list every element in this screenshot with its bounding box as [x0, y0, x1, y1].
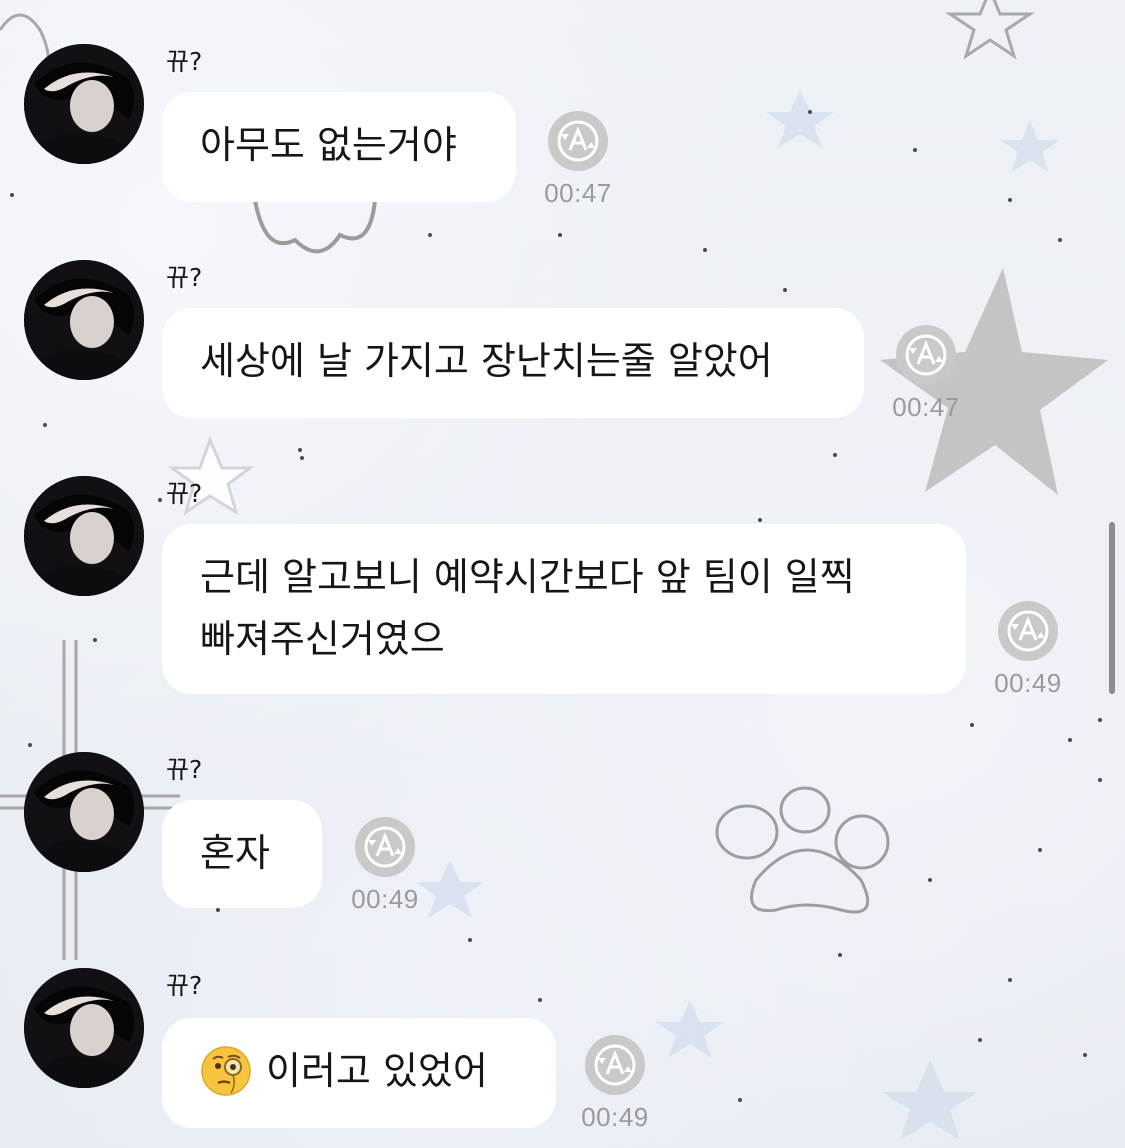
- message-time: 00:49: [581, 1102, 649, 1132]
- message-meta: 00:47: [533, 108, 623, 209]
- avatar[interactable]: [24, 476, 144, 596]
- profile-photo: [24, 476, 144, 596]
- avatar[interactable]: [24, 44, 144, 164]
- translate-icon[interactable]: [995, 598, 1061, 664]
- profile-photo: [24, 260, 144, 380]
- sender-name: 뀨?: [166, 479, 203, 508]
- message-bubble[interactable]: 이러고 있었어: [162, 1018, 556, 1128]
- message-text: 이러고 있었어: [266, 1049, 488, 1093]
- message-meta: 00:47: [881, 322, 971, 423]
- avatar[interactable]: [24, 968, 144, 1088]
- profile-photo: [24, 968, 144, 1088]
- sender-name: 뀨?: [166, 263, 203, 292]
- sender-name: 뀨?: [166, 47, 203, 76]
- message-meta: 00:49: [340, 814, 430, 915]
- message-time: 00:47: [892, 392, 960, 422]
- translate-icon[interactable]: [545, 108, 611, 174]
- message-bubble[interactable]: 세상에 날 가지고 장난치는줄 알았어: [162, 308, 864, 418]
- profile-photo: [24, 44, 144, 164]
- sender-name: 뀨?: [166, 755, 203, 784]
- scrollbar[interactable]: [1109, 522, 1115, 694]
- avatar[interactable]: [24, 752, 144, 872]
- translate-icon[interactable]: [582, 1032, 648, 1098]
- message-text-line-2: 빠져주신거였으: [200, 617, 445, 661]
- message-bubble[interactable]: 아무도 없는거야: [162, 92, 516, 202]
- message-time: 00:49: [994, 668, 1062, 698]
- profile-photo: [24, 752, 144, 872]
- message-bubble[interactable]: 혼자: [162, 800, 322, 908]
- message-time: 00:47: [544, 178, 612, 208]
- message-text: 세상에 날 가지고 장난치는줄 알았어: [200, 339, 773, 383]
- translate-icon[interactable]: [352, 814, 418, 880]
- chat-message-list[interactable]: 뀨? 아무도 없는거야 00:47 뀨? 세상에 날 가지고 장난치는줄 알았어…: [0, 0, 1125, 1148]
- message-text: 아무도 없는거야: [200, 123, 457, 167]
- message-meta: 00:49: [570, 1032, 660, 1133]
- sender-name: 뀨?: [166, 971, 203, 1000]
- translate-icon[interactable]: [893, 322, 959, 388]
- face-with-monocle-icon: [201, 1045, 251, 1096]
- message-meta: 00:49: [983, 598, 1073, 699]
- message-text: 혼자: [200, 831, 270, 875]
- message-bubble[interactable]: 근데 알고보니 예약시간보다 앞 팀이 일찍 빠져주신거였으: [162, 524, 966, 694]
- message-time: 00:49: [351, 884, 419, 914]
- message-text-line-1: 근데 알고보니 예약시간보다 앞 팀이 일찍: [200, 555, 855, 599]
- avatar[interactable]: [24, 260, 144, 380]
